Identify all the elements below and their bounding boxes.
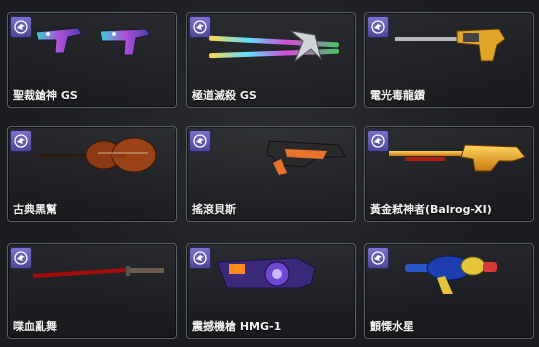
weapon-name: 電光毒龍鑽 <box>370 89 425 102</box>
weapon-card-3[interactable]: 電光毒龍鑽 <box>364 12 534 108</box>
weapon-card-7[interactable]: 喋血亂舞 <box>7 243 177 339</box>
weapon-card-4[interactable]: 古典黑幫 <box>7 126 177 222</box>
weapon-name: 搖滾貝斯 <box>192 203 236 216</box>
weapon-card-1[interactable]: 聖裁鎗神 GS <box>7 12 177 108</box>
weapon-name: 黃金弒神者(Balrog-XI) <box>370 203 492 216</box>
weapon-card-8[interactable]: 震撼機槍 HMG-1 <box>186 243 356 339</box>
weapon-name: 極道滅殺 GS <box>192 89 257 102</box>
weapon-name: 顫慄水星 <box>370 320 414 333</box>
weapon-card-2[interactable]: 極道滅殺 GS <box>186 12 356 108</box>
weapon-name: 喋血亂舞 <box>13 320 57 333</box>
weapon-name: 古典黑幫 <box>13 203 57 216</box>
weapon-name: 聖裁鎗神 GS <box>13 89 78 102</box>
weapon-card-5[interactable]: 搖滾貝斯 <box>186 126 356 222</box>
weapon-card-9[interactable]: 顫慄水星 <box>364 243 534 339</box>
weapon-grid: 聖裁鎗神 GS 極道滅殺 GS 電光毒龍鑽 古典黑幫 搖滾貝斯 黃金弒神者(Ba… <box>0 0 539 347</box>
weapon-name: 震撼機槍 HMG-1 <box>192 320 282 333</box>
weapon-card-6[interactable]: 黃金弒神者(Balrog-XI) <box>364 126 534 222</box>
